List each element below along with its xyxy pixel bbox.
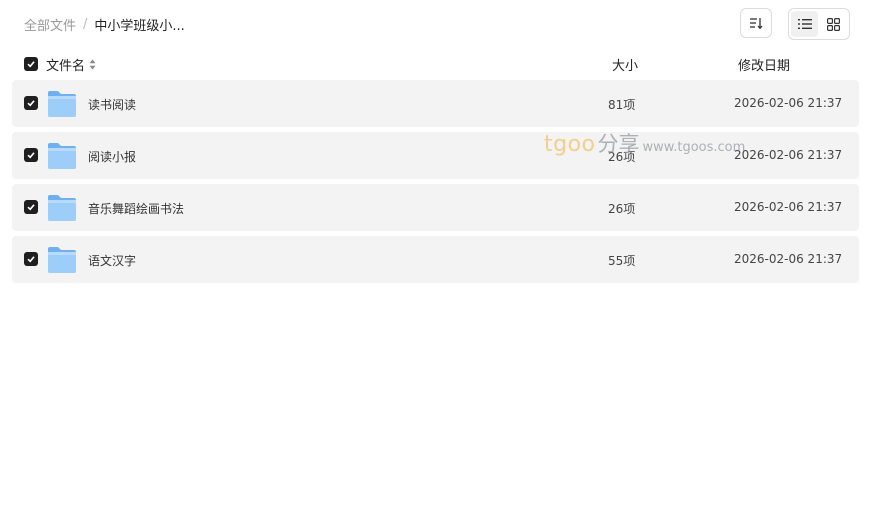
table-row[interactable]: 阅读小报 26项 2026-02-06 21:37: [12, 132, 859, 179]
folder-icon: [48, 91, 76, 117]
file-name[interactable]: 读书阅读: [88, 96, 136, 113]
name-header-label: 文件名: [46, 59, 86, 74]
table-header: 文件名 大小 修改日期: [24, 54, 860, 74]
grid-view-button[interactable]: [820, 11, 847, 37]
check-icon: [27, 100, 35, 107]
check-icon: [27, 256, 35, 263]
table-row[interactable]: 音乐舞蹈绘画书法 26项 2026-02-06 21:37: [12, 184, 859, 231]
breadcrumb-root-link[interactable]: 全部文件: [24, 15, 76, 34]
sort-caret-icon: [89, 59, 96, 70]
name-column-header[interactable]: 文件名: [46, 55, 96, 74]
row-checkbox[interactable]: [24, 96, 38, 110]
file-date: 2026-02-06 21:37: [734, 148, 843, 162]
breadcrumb: 全部文件 / 中小学班级小...: [24, 14, 185, 34]
file-size: 26项: [608, 202, 636, 216]
row-checkbox[interactable]: [24, 252, 38, 266]
check-icon: [27, 152, 35, 159]
row-checkbox[interactable]: [24, 148, 38, 162]
sort-button[interactable]: [740, 8, 772, 38]
check-icon: [27, 204, 35, 211]
sort-icon: [750, 18, 763, 30]
file-list: 读书阅读 81项 2026-02-06 21:37 阅读小报 26项 2026-…: [12, 80, 859, 288]
grid-view-icon: [827, 17, 840, 31]
row-checkbox[interactable]: [24, 200, 38, 214]
file-size: 26项: [608, 150, 636, 164]
table-row[interactable]: 语文汉字 55项 2026-02-06 21:37: [12, 236, 859, 283]
select-all-checkbox[interactable]: [24, 57, 38, 71]
folder-icon: [48, 195, 76, 221]
folder-icon: [48, 247, 76, 273]
list-view-icon: [797, 19, 812, 29]
list-view-button[interactable]: [791, 11, 818, 37]
breadcrumb-current: 中小学班级小...: [94, 18, 185, 34]
file-date: 2026-02-06 21:37: [734, 96, 843, 110]
check-icon: [27, 61, 35, 68]
file-date: 2026-02-06 21:37: [734, 200, 843, 214]
table-row[interactable]: 读书阅读 81项 2026-02-06 21:37: [12, 80, 859, 127]
file-date: 2026-02-06 21:37: [734, 252, 843, 266]
file-name[interactable]: 阅读小报: [88, 148, 136, 165]
view-toggle: [788, 8, 850, 40]
date-column-header[interactable]: 修改日期: [738, 55, 790, 74]
file-size: 81项: [608, 98, 636, 112]
breadcrumb-separator: /: [83, 16, 88, 32]
file-name[interactable]: 音乐舞蹈绘画书法: [88, 200, 184, 217]
size-column-header[interactable]: 大小: [612, 55, 638, 74]
file-size: 55项: [608, 254, 636, 268]
folder-icon: [48, 143, 76, 169]
file-browser-page: 全部文件 / 中小学班级小... 文件名 大小 修改日期 读书阅读 81项 20…: [0, 0, 874, 514]
file-name[interactable]: 语文汉字: [88, 252, 136, 269]
